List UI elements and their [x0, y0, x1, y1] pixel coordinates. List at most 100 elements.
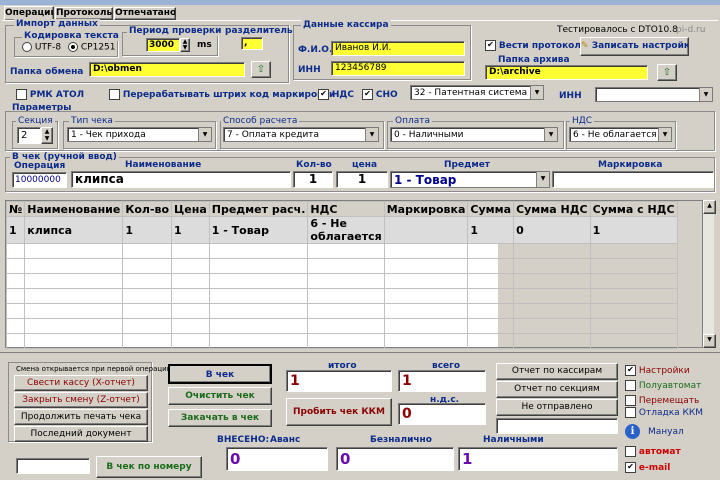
info-icon[interactable]: i — [625, 424, 640, 439]
clear-check-button[interactable]: Очистить чек — [168, 387, 272, 405]
punch-check-button[interactable]: Пробить чек ККМ — [286, 398, 392, 426]
table-row[interactable] — [5, 243, 678, 259]
period-spin[interactable]: ▲ ▼ — [180, 38, 190, 52]
folder-browse-button[interactable]: ⇧ — [251, 61, 271, 78]
table-row[interactable] — [5, 303, 678, 319]
section-input[interactable]: 2 — [17, 127, 41, 144]
options-inn-label: ИНН — [559, 91, 582, 101]
chevron-down-icon: ▼ — [536, 172, 549, 187]
mark-label: Маркировка — [598, 160, 663, 170]
col-price[interactable]: Цена — [171, 201, 210, 217]
report-cashiers-button[interactable]: Отчет по кассирам — [496, 363, 618, 380]
table-row[interactable] — [5, 318, 678, 334]
scroll-up-icon[interactable]: ▲ — [703, 200, 716, 214]
pay-select[interactable]: 0 - Наличными ▼ — [390, 127, 558, 142]
col-qty[interactable]: Кол-во — [122, 201, 173, 217]
move-checkbox[interactable]: Перемещать — [625, 395, 699, 406]
rmk-checkbox[interactable]: РМК АТОЛ — [16, 89, 84, 100]
op-input[interactable]: 10000000 — [12, 172, 67, 188]
qty-input[interactable]: 1 — [293, 171, 333, 188]
tab-operations[interactable]: Операции — [4, 6, 54, 20]
not-sent-button[interactable]: Не отправлено — [496, 399, 618, 416]
continue-print-button[interactable]: Продолжить печать чека — [14, 409, 148, 425]
section-spin[interactable]: ▲ ▼ — [41, 127, 53, 144]
email-check-icon: ✔ — [625, 462, 636, 473]
z-report-button[interactable]: Закрыть смену (Z-отчет) — [14, 392, 148, 408]
debug-check-icon — [625, 407, 636, 418]
itogo-value: 1 — [286, 370, 392, 392]
mark-input[interactable] — [552, 171, 714, 188]
table-row[interactable] — [5, 333, 678, 349]
by-number-input[interactable] — [16, 458, 90, 474]
calc-select[interactable]: 7 - Оплата кредита ▼ — [223, 127, 379, 142]
pencil-icon: ✎ — [581, 41, 589, 51]
table-row[interactable]: 1 клипса 1 1 1 - Товар 6 - Не облагается… — [5, 216, 678, 244]
auto-check-icon — [625, 446, 636, 457]
manual-link[interactable]: Мануал — [648, 427, 684, 437]
col-nds[interactable]: НДС — [307, 201, 385, 217]
cell-sum-with-nds: 1 — [589, 216, 678, 244]
separator-input[interactable]: , — [241, 37, 263, 50]
nds-select[interactable]: 6 - Не облагается ▼ — [569, 127, 672, 142]
col-sum-nds[interactable]: Сумма НДС — [513, 201, 591, 217]
sno-label: СНО — [375, 90, 398, 100]
sno-select[interactable]: 32 - Патентная система на ▼ — [410, 85, 544, 100]
site-text: pi-d.ru — [676, 25, 706, 35]
table-row[interactable] — [5, 258, 678, 274]
to-check-button[interactable]: В чек — [168, 364, 272, 384]
settings-checkbox[interactable]: ✔ Настройки — [625, 365, 690, 376]
table-row[interactable] — [5, 273, 678, 289]
window-title-bar — [0, 0, 720, 5]
nds-checkbox[interactable]: ✔ НДС — [318, 89, 354, 100]
cashier-inn-input[interactable]: 123456789 — [331, 61, 465, 76]
close-check-button[interactable]: Закачать в чек — [168, 409, 272, 427]
options-inn-select[interactable]: ▼ — [595, 87, 713, 102]
price-input[interactable]: 1 — [336, 171, 388, 188]
avans-input[interactable]: 0 — [226, 447, 328, 471]
auto-checkbox[interactable]: автомат — [625, 446, 681, 457]
cash-input[interactable]: 1 — [458, 447, 618, 471]
op-label: Операция — [14, 161, 66, 171]
col-name[interactable]: Наименование — [24, 201, 124, 217]
cp1251-radio[interactable]: CP1251 — [68, 42, 116, 53]
archive-browse-button[interactable]: ⇧ — [657, 64, 677, 81]
card-input[interactable]: 0 — [336, 447, 454, 471]
period-input[interactable]: 3000 — [146, 38, 180, 52]
bottom-divider — [0, 352, 720, 353]
x-report-button[interactable]: Свести кассу (X-отчет) — [14, 375, 148, 391]
col-subject[interactable]: Предмет расч. — [208, 201, 309, 217]
period-title: Период проверки — [127, 26, 224, 36]
scroll-down-icon[interactable]: ▼ — [703, 334, 716, 348]
cp1251-label: CP1251 — [80, 42, 116, 53]
email-checkbox[interactable]: ✔ e-mail — [625, 462, 670, 473]
tab-printed[interactable]: Отпечатано — [114, 7, 176, 20]
col-sum-with-nds[interactable]: Сумма с НДС — [589, 201, 678, 217]
archive-input[interactable]: D:\archive — [485, 65, 648, 80]
items-grid[interactable]: № Наименование Кол-во Цена Предмет расч.… — [5, 200, 708, 349]
last-doc-button[interactable]: Последний документ — [14, 426, 148, 442]
by-number-button[interactable]: В чек по номеру — [96, 456, 202, 478]
sno-checkbox[interactable]: ✔ СНО — [362, 89, 398, 100]
grid-scrollbar[interactable]: ▲ ▼ — [702, 200, 716, 348]
debug-label: Отладка ККМ — [638, 408, 704, 418]
fio-input[interactable]: Иванов И.И. — [331, 41, 465, 56]
folder-input[interactable]: D:\obmen — [89, 62, 245, 77]
check-type-select[interactable]: 1 - Чек прихода ▼ — [67, 127, 212, 142]
semi-checkbox[interactable]: Полуавтомат — [625, 380, 701, 391]
debug-checkbox[interactable]: Отладка ККМ — [625, 407, 703, 418]
report-sections-button[interactable]: Отчет по секциям — [496, 381, 618, 398]
nds-total-value: 0 — [398, 403, 486, 425]
col-sum[interactable]: Сумма — [467, 201, 515, 217]
name-input[interactable]: клипса — [71, 171, 291, 188]
reprocess-checkbox[interactable]: Перерабатывать штрих код маркировки — [109, 89, 335, 100]
col-mark[interactable]: Маркировка — [383, 201, 469, 217]
col-num[interactable]: № — [5, 201, 26, 217]
table-row[interactable] — [5, 288, 678, 304]
subject-select[interactable]: 1 - Товар ▼ — [390, 171, 550, 188]
pay-value: 0 - Наличными — [394, 130, 464, 140]
utf8-radio[interactable]: UTF-8 — [22, 42, 61, 53]
save-settings-button[interactable]: ✎ Записать настройки — [580, 37, 689, 56]
log-checkbox[interactable]: ✔ Вести протокол — [485, 40, 581, 51]
fio-label: Ф.И.О. — [298, 45, 333, 55]
reprocess-check-icon — [109, 89, 120, 100]
